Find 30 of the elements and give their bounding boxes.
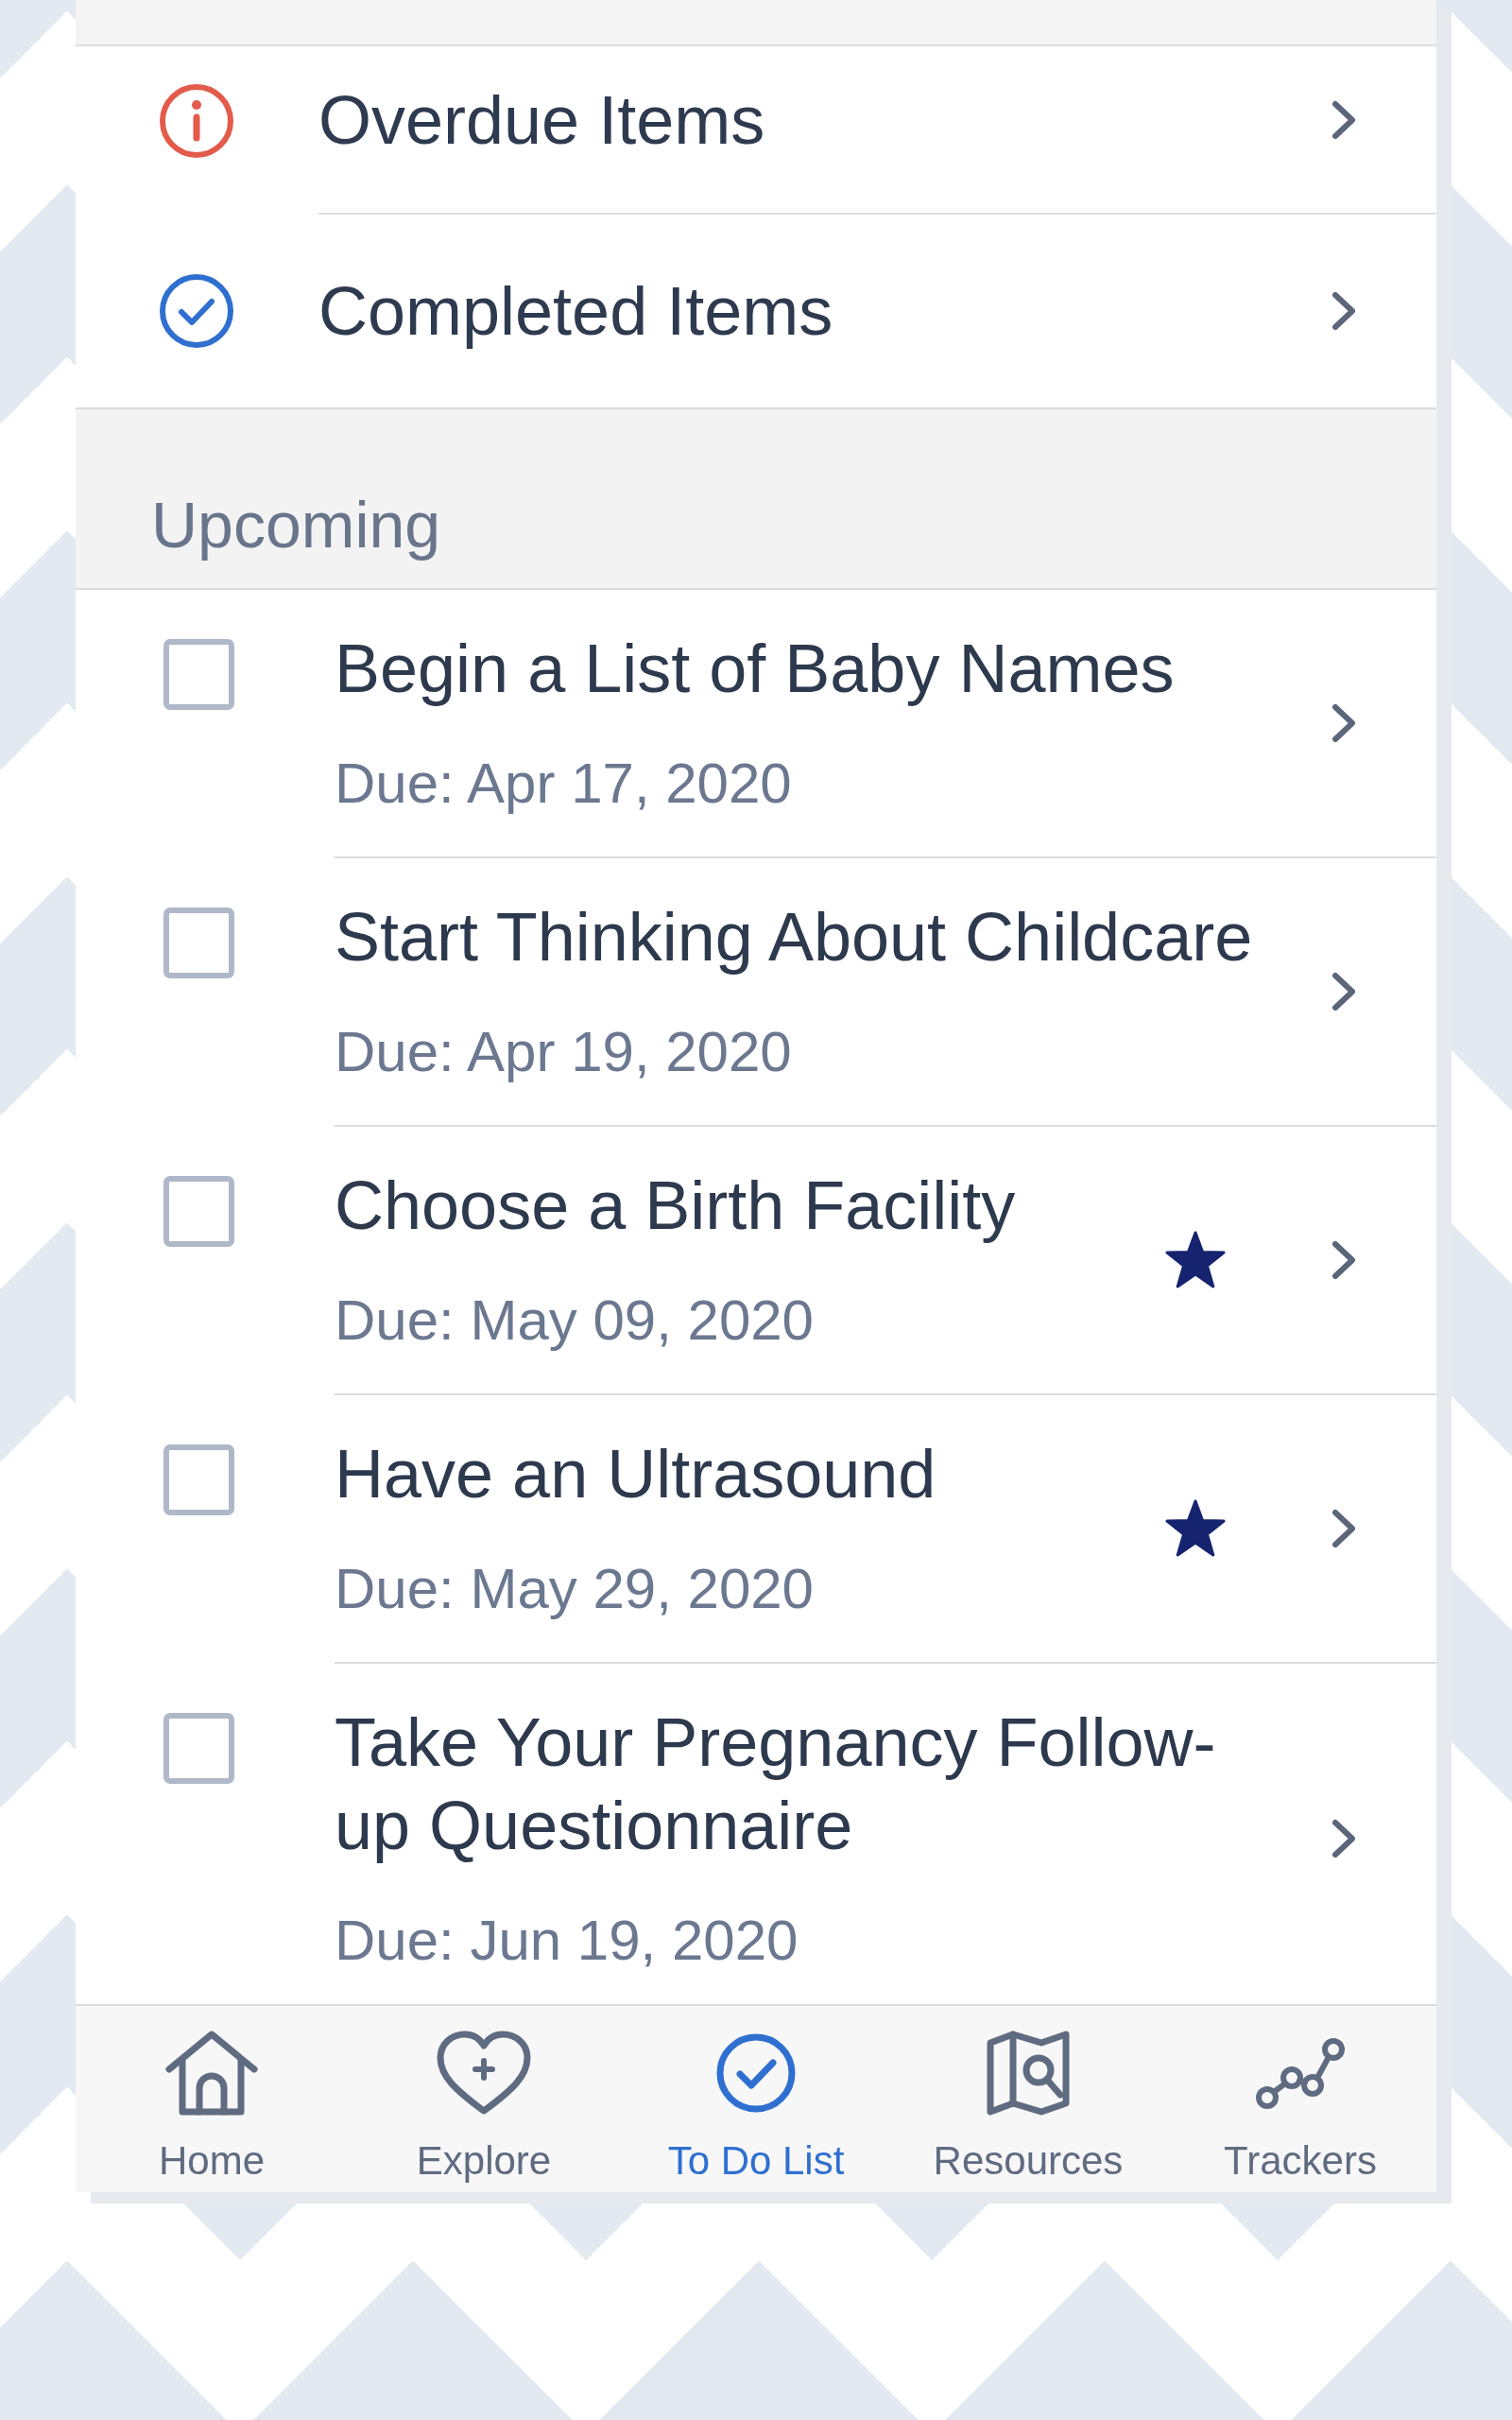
- task-title: Begin a List of Baby Names: [335, 630, 1176, 708]
- checkbox[interactable]: [163, 1713, 234, 1784]
- checkbox[interactable]: [163, 908, 234, 978]
- nav-tab[interactable]: Home: [76, 2006, 348, 2192]
- checkbox[interactable]: [163, 1176, 234, 1247]
- menu-link[interactable]: Completed Items: [318, 269, 833, 353]
- heart-plus-icon: [437, 2031, 531, 2116]
- nav-tab[interactable]: Trackers: [1164, 2006, 1436, 2192]
- due-date: Due: Apr 17, 2020: [335, 751, 793, 817]
- task-title: Choose a Birth Facility: [335, 1167, 1017, 1245]
- menu-link[interactable]: Overdue Items: [318, 78, 765, 162]
- nav-tab[interactable]: To Do List: [620, 2006, 892, 2192]
- due-date: Due: Jun 19, 2020: [335, 1908, 799, 1974]
- task-title: Take Your Pregnancy Follow-up Questionnaire: [335, 1703, 1217, 1865]
- check-circle-icon: [159, 273, 234, 349]
- nav-tab[interactable]: Explore: [348, 2006, 620, 2192]
- checkbox[interactable]: [163, 1444, 234, 1515]
- due-date: Due: May 09, 2020: [335, 1288, 815, 1354]
- map-search-icon: [987, 2031, 1070, 2116]
- info-icon: [159, 83, 234, 159]
- due-date: Due: May 29, 2020: [335, 1556, 815, 1622]
- house-icon: [164, 2030, 259, 2117]
- checkbox[interactable]: [163, 639, 234, 710]
- task-title: Have an Ultrasound: [335, 1435, 937, 1513]
- task-title: Start Thinking About Childcare: [335, 898, 1254, 977]
- check-circle-icon: [716, 2033, 796, 2113]
- section-title: Upcoming: [151, 488, 442, 562]
- nav-tab[interactable]: Resources: [892, 2006, 1164, 2192]
- due-date: Due: Apr 19, 2020: [335, 1019, 793, 1085]
- connected-dots-icon: [1255, 2035, 1346, 2111]
